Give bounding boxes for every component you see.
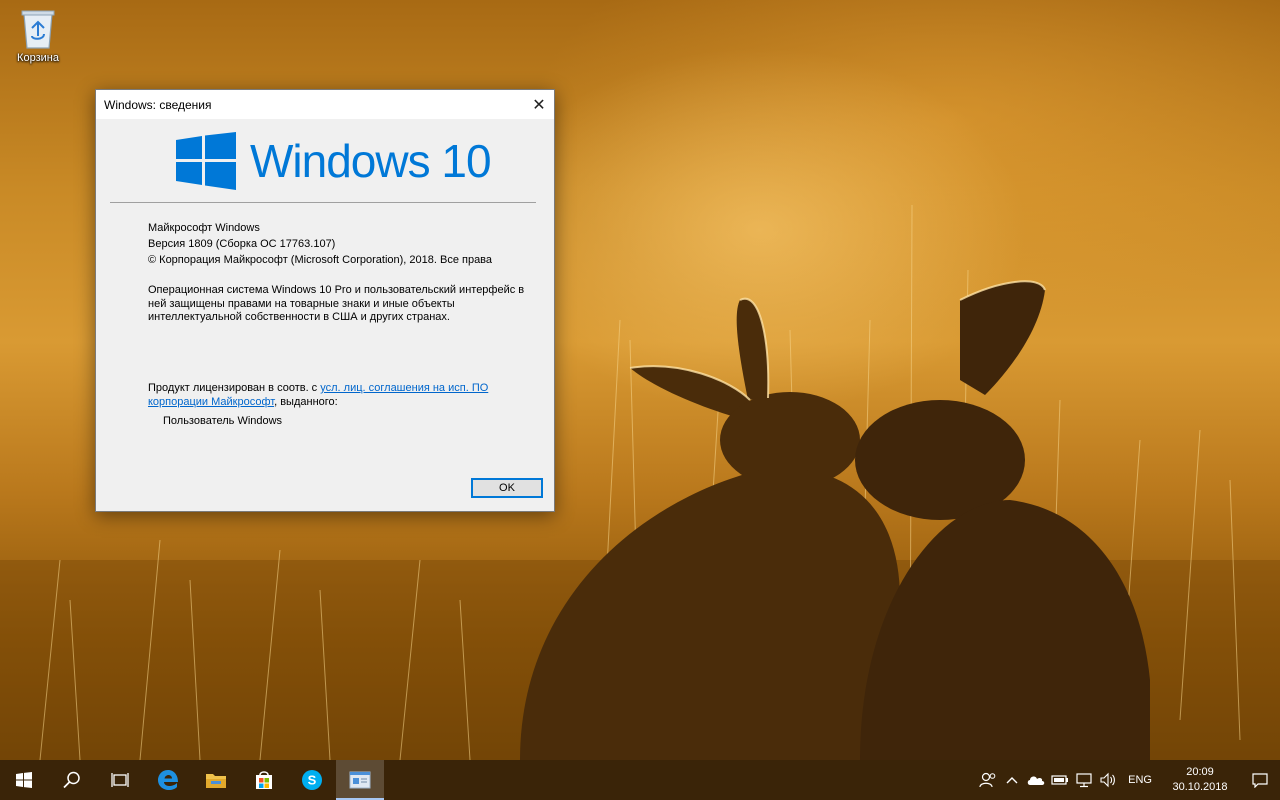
clock-date: 30.10.2018 — [1172, 781, 1228, 793]
winver-button[interactable] — [336, 760, 384, 800]
copyright-text: © Корпорация Майкрософт (Microsoft Corpo… — [148, 254, 493, 266]
license-suffix: , выданного: — [274, 395, 338, 408]
ok-button[interactable]: OK — [471, 478, 543, 498]
task-view-icon — [111, 773, 129, 787]
file-explorer-button[interactable] — [192, 760, 240, 800]
onedrive-button[interactable] — [1024, 760, 1048, 800]
about-windows-dialog: Windows: сведения ✕ Windows 10 Майкрософ… — [95, 89, 555, 512]
onedrive-cloud-icon — [1027, 776, 1045, 785]
store-icon — [256, 771, 272, 789]
people-icon — [979, 772, 996, 788]
battery-button[interactable] — [1048, 760, 1072, 800]
network-icon — [1076, 773, 1092, 788]
license-prefix: Продукт лицензирован в соотв. с — [148, 382, 321, 394]
skype-button[interactable]: S — [288, 760, 336, 800]
clock-time: 20:09 — [1186, 766, 1214, 778]
taskbar: S ENG 20:09 30.10.2018 — [0, 760, 1280, 800]
notification-icon — [1252, 773, 1268, 788]
chevron-up-icon — [1006, 777, 1018, 784]
dialog-titlebar[interactable]: Windows: сведения ✕ — [96, 90, 554, 119]
close-icon: ✕ — [532, 96, 546, 114]
licensed-user: Пользователь Windows — [163, 415, 283, 427]
close-button[interactable]: ✕ — [524, 90, 554, 119]
system-tray: ENG 20:09 30.10.2018 — [976, 760, 1280, 800]
store-button[interactable] — [240, 760, 288, 800]
recycle-bin-icon — [18, 6, 58, 50]
product-name: Майкрософт Windows — [148, 222, 260, 234]
search-icon — [63, 771, 80, 789]
folder-icon — [206, 774, 226, 788]
version-info: Майкрософт Windows Версия 1809 (Сборка О… — [148, 220, 492, 268]
clock[interactable]: 20:09 30.10.2018 — [1160, 765, 1240, 795]
input-language-indicator[interactable]: ENG — [1120, 774, 1160, 786]
recycle-bin-desktop-icon[interactable]: Корзина — [6, 6, 70, 64]
search-button[interactable] — [48, 760, 96, 800]
skype-icon: S — [302, 770, 322, 790]
recycle-bin-label: Корзина — [17, 52, 59, 64]
windows-logo-icon — [176, 132, 236, 190]
task-view-button[interactable] — [96, 760, 144, 800]
edge-icon — [158, 770, 178, 790]
action-center-button[interactable] — [1240, 760, 1280, 800]
version-text: Версия 1809 (Сборка ОС 17763.107) — [148, 238, 336, 250]
dialog-title: Windows: сведения — [104, 97, 212, 112]
start-button[interactable] — [0, 760, 48, 800]
edge-button[interactable] — [144, 760, 192, 800]
volume-icon — [1100, 772, 1116, 788]
license-statement: Продукт лицензирован в соотв. с усл. лиц… — [148, 382, 508, 409]
show-hidden-icons-button[interactable] — [1000, 760, 1024, 800]
battery-icon — [1051, 775, 1069, 785]
svg-text:S: S — [308, 773, 317, 788]
volume-button[interactable] — [1096, 760, 1120, 800]
windows-10-wordmark: Windows 10 — [250, 135, 492, 187]
people-button[interactable] — [976, 760, 1000, 800]
winver-window-icon — [349, 771, 371, 789]
trademark-description: Операционная система Windows 10 Pro и по… — [148, 284, 525, 323]
windows-logo: Windows 10 — [176, 132, 492, 190]
network-button[interactable] — [1072, 760, 1096, 800]
divider — [110, 202, 536, 203]
windows-logo-icon — [16, 772, 32, 788]
